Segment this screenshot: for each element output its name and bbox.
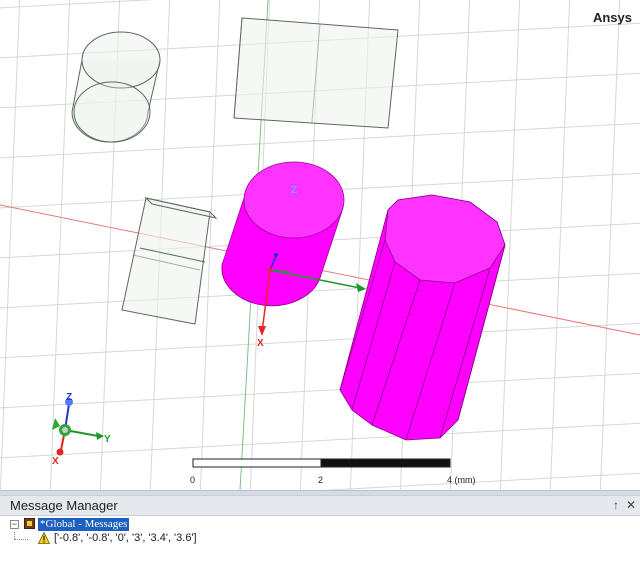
triad-z-label: Z <box>66 392 72 403</box>
3d-modeler-viewport[interactable]: Z X Z X Y 0 2 4 (mm) Ansys <box>0 0 640 490</box>
close-icon[interactable]: ✕ <box>624 498 638 512</box>
message-text: ['-0.8', '-0.8', '0', '3', '3.4', '3.6'] <box>54 532 197 544</box>
scale-label-4mm: 4 (mm) <box>447 475 476 485</box>
message-manager-header: Message Manager ↑ ✕ <box>0 496 640 516</box>
message-manager-panel: Message Manager ↑ ✕ − *Global - Messages… <box>0 495 640 575</box>
pin-icon[interactable]: ↑ <box>609 498 623 512</box>
wireframe-cylinder[interactable] <box>71 31 161 143</box>
scale-label-0: 0 <box>190 475 195 485</box>
wireframe-box[interactable] <box>233 17 399 129</box>
message-item[interactable]: ['-0.8', '-0.8', '0', '3', '3.4', '3.6'] <box>24 532 424 546</box>
magenta-prism[interactable] <box>339 194 506 441</box>
model-axis-z-label: Z <box>291 185 297 196</box>
tree-connector <box>14 532 15 539</box>
project-icon <box>24 518 35 529</box>
global-messages-label[interactable]: *Global - Messages <box>38 518 130 531</box>
tree-root-global-messages[interactable]: − *Global - Messages <box>10 518 410 532</box>
triad-y-label: Y <box>104 434 111 445</box>
triad-x-label: X <box>52 456 59 467</box>
scale-label-2: 2 <box>318 475 323 485</box>
collapse-toggle-icon[interactable]: − <box>10 520 19 529</box>
magenta-cylinder[interactable] <box>221 161 345 307</box>
model-axis-x-label: X <box>257 338 264 349</box>
model-canvas[interactable]: Z X Z X Y 0 2 4 (mm) <box>0 0 640 490</box>
ansys-logo: Ansys <box>592 10 632 25</box>
scale-bar: 0 2 4 (mm) <box>190 458 476 485</box>
warning-icon <box>38 532 50 544</box>
wireframe-small-box[interactable] <box>121 197 218 325</box>
message-manager-title: Message Manager <box>10 498 118 513</box>
